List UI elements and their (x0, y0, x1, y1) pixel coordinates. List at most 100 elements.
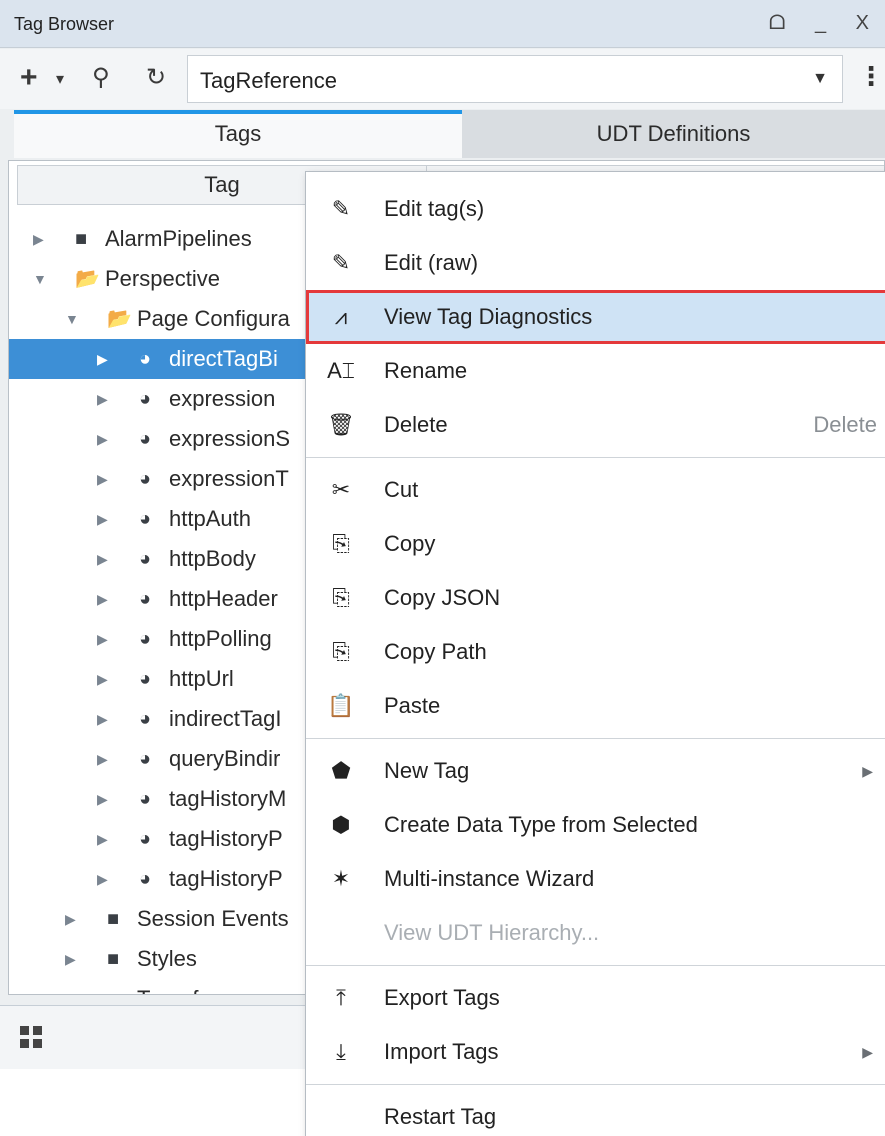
tree-row-label: Page Configura (137, 306, 290, 331)
menu-item-edit-tag-s[interactable]: ✎ Edit tag(s) (306, 182, 885, 236)
udt-instance-icon: ◕ (139, 468, 152, 490)
expand-arrow-icon[interactable]: ▶ (97, 579, 108, 619)
expand-arrow-icon[interactable]: ▶ (97, 539, 108, 579)
udt-instance-icon: ◕ (139, 508, 152, 530)
menu-item-restart-tag[interactable]: Restart Tag (306, 1090, 885, 1136)
trash-icon: 🗑 (327, 412, 355, 437)
menu-item-label: Restart Tag (384, 1104, 497, 1129)
udt-instance-icon: ◕ (139, 388, 152, 410)
collapse-arrow-icon[interactable]: ▼ (33, 259, 47, 299)
expand-arrow-icon[interactable]: ▶ (65, 979, 76, 994)
menu-item-import-tags[interactable]: ⤓ Import Tags ▶ (306, 1025, 885, 1079)
tree-row-label: Styles (137, 946, 197, 971)
tree-row-label: tagHistoryM (169, 786, 287, 811)
expand-arrow-icon[interactable]: ▶ (97, 619, 108, 659)
menu-item-label: Copy JSON (384, 585, 501, 610)
expand-arrow-icon[interactable]: ▶ (97, 499, 108, 539)
expand-arrow-icon[interactable]: ▶ (65, 939, 76, 979)
pencil-icon: ✎ (331, 250, 351, 275)
tree-row-label: httpBody (169, 546, 256, 571)
tree-row-label: httpPolling (169, 626, 272, 651)
expand-arrow-icon[interactable]: ▶ (97, 459, 108, 499)
tree-row-label: expressionS (169, 426, 291, 451)
menu-item-create-data-type-from-selected[interactable]: ⬢ Create Data Type from Selected (306, 798, 885, 852)
folder-icon: 📂 (107, 308, 132, 330)
folder-icon: 📂 (75, 268, 100, 290)
pencil-icon: ✎ (331, 196, 351, 221)
copy-icon: ⎘ (332, 531, 350, 556)
expand-arrow-icon[interactable]: ▶ (97, 859, 108, 899)
import-icon: ⤓ (336, 1039, 346, 1064)
menu-item-label: Rename (384, 358, 468, 383)
tree-row-label: Session Events (137, 906, 289, 931)
menu-item-copy-json[interactable]: ⎘ Copy JSON (306, 571, 885, 625)
copy-path-icon: ⎘ (332, 639, 350, 664)
menu-item-view-udt-hierarchy: View UDT Hierarchy... (306, 906, 885, 960)
folder-icon: ■ (107, 948, 120, 970)
menu-item-copy[interactable]: ⎘ Copy (306, 517, 885, 571)
menu-item-label: Edit (raw) (384, 250, 479, 275)
expand-arrow-icon[interactable]: ▶ (97, 419, 108, 459)
menu-item-label: Create Data Type from Selected (384, 812, 698, 837)
menu-item-rename[interactable]: A⌶ Rename (306, 344, 885, 398)
title-bar: Tag Browser ᗝ _ X (0, 0, 885, 48)
expand-arrow-icon[interactable]: ▶ (97, 779, 108, 819)
menu-separator (306, 1084, 885, 1085)
menu-item-cut[interactable]: ✂ Cut (306, 463, 885, 517)
add-icon[interactable]: + (20, 63, 38, 93)
tag-provider-select[interactable]: TagReference ▼ (187, 55, 843, 103)
menu-item-view-tag-diagnostics[interactable]: ⩘ View Tag Diagnostics (306, 290, 885, 344)
menu-separator (306, 738, 885, 739)
tree-row-label: Transforms (137, 979, 247, 994)
expand-arrow-icon[interactable]: ▶ (65, 899, 76, 939)
panel-title: Tag Browser (14, 14, 115, 34)
wand-icon: ✶ (331, 866, 351, 891)
menu-item-label: Export Tags (384, 985, 500, 1010)
udt-instance-icon: ◕ (139, 868, 152, 890)
expand-arrow-icon[interactable]: ▶ (33, 219, 44, 259)
clipboard-icon: 📋 (327, 693, 355, 718)
tab-udt-definitions[interactable]: UDT Definitions (462, 110, 885, 158)
expand-arrow-icon[interactable]: ▶ (97, 379, 108, 419)
tree-row-label: queryBindir (169, 746, 281, 771)
menu-item-delete[interactable]: 🗑 Delete Delete (306, 398, 885, 452)
rename-icon: A⌶ (327, 358, 355, 383)
menu-item-paste[interactable]: 📋 Paste (306, 679, 885, 733)
shortcut-label: Delete (813, 412, 877, 437)
grid-view-icon[interactable] (20, 1026, 42, 1048)
udt-instance-icon: ◕ (139, 588, 152, 610)
expand-arrow-icon[interactable]: ▶ (97, 699, 108, 739)
tab-strip: Tags UDT Definitions (14, 110, 885, 158)
expand-arrow-icon[interactable]: ▶ (97, 339, 108, 379)
tree-row-label: expressionT (169, 466, 289, 491)
menu-item-copy-path[interactable]: ⎘ Copy Path (306, 625, 885, 679)
tab-tags[interactable]: Tags (14, 110, 462, 158)
expand-arrow-icon[interactable]: ▶ (97, 739, 108, 779)
menu-item-label: Edit tag(s) (384, 196, 485, 221)
folder-icon: ■ (107, 908, 120, 930)
pulse-icon: ⩘ (334, 304, 348, 329)
folder-icon: ■ (107, 979, 119, 994)
menu-item-export-tags[interactable]: ⤒ Export Tags (306, 971, 885, 1025)
search-icon[interactable]: ⚲ (92, 63, 110, 93)
window-controls[interactable]: ᗝ _ X (769, 12, 881, 35)
menu-item-new-tag[interactable]: ⬟ New Tag ▶ (306, 744, 885, 798)
menu-item-label: Cut (384, 477, 419, 502)
menu-item-edit-raw[interactable]: ✎ Edit (raw) (306, 236, 885, 290)
udt-instance-icon: ◕ (139, 748, 152, 770)
collapse-arrow-icon[interactable]: ▼ (65, 299, 79, 339)
menu-separator (306, 457, 885, 458)
copy-json-icon: ⎘ (332, 585, 350, 610)
tree-row-label: httpUrl (169, 666, 234, 691)
expand-arrow-icon[interactable]: ▶ (97, 819, 108, 859)
tree-row-label: httpHeader (169, 586, 278, 611)
expand-arrow-icon[interactable]: ▶ (97, 659, 108, 699)
add-dropdown-icon[interactable]: ▾ (56, 65, 64, 95)
more-options-icon[interactable]: ⋮ (858, 61, 884, 92)
refresh-icon[interactable]: ↻ (146, 63, 166, 93)
menu-item-multi-instance-wizard[interactable]: ✶ Multi-instance Wizard (306, 852, 885, 906)
menu-item-label: View UDT Hierarchy... (384, 920, 600, 945)
udt-instance-icon: ◕ (139, 428, 152, 450)
udt-instance-icon: ◕ (139, 628, 152, 650)
tree-row-label: indirectTagI (169, 706, 282, 731)
